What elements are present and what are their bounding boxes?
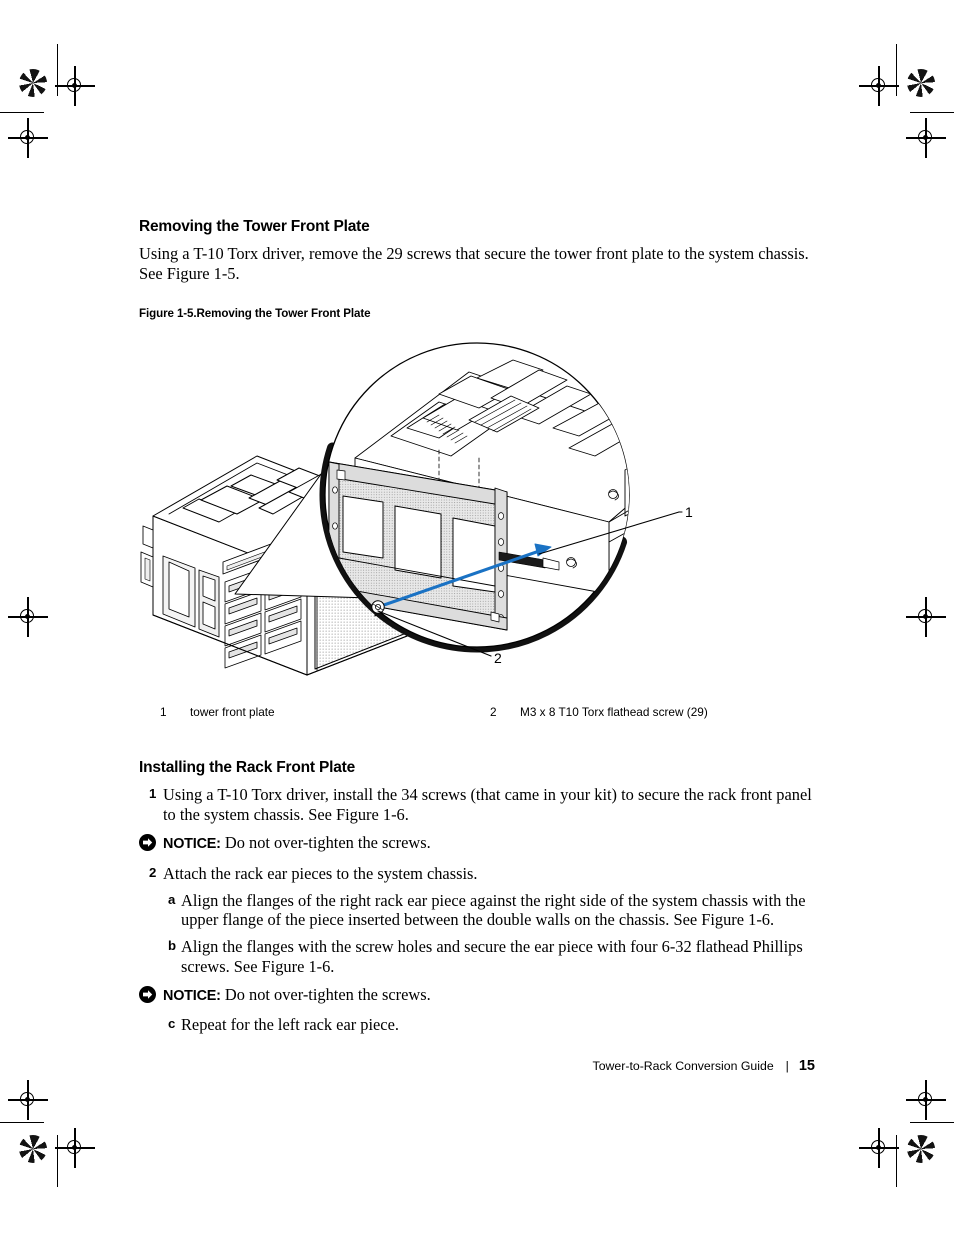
registration-mark-bottom-left-inner [55,1128,95,1168]
notice-label-2: NOTICE: [163,988,221,1005]
legend-key-2: 2 [490,705,497,719]
registration-mark-right-upper [906,118,946,158]
notice-arrow-icon [139,833,163,856]
legend-entry-1: 1 tower front plate [160,705,490,721]
substep-a-letter: a [168,891,176,907]
legend-entry-2: 2 M3 x 8 T10 Torx flathead screw (29) [490,705,820,721]
step-1-number: 1 [149,786,157,801]
crop-mark-left-bottom-horizontal [0,1122,44,1124]
crop-mark-right-bottom-horizontal [910,1122,954,1124]
notice-arrow-icon-2 [139,985,163,1008]
density-patch-bottom-right [907,1135,935,1163]
footer-guide-title: Tower-to-Rack Conversion Guide [592,1059,774,1073]
notice-text-1: NOTICE: Do not over-tighten the screws. [163,833,815,855]
substep-c-text: Repeat for the left rack ear piece. [181,1015,399,1035]
substep-c: c Repeat for the left rack ear piece. [139,1015,815,1035]
notice-block-2: NOTICE: Do not over-tighten the screws. [139,985,815,1008]
callout-label-1: 1 [685,504,693,520]
figure-title: Removing the Tower Front Plate [196,307,371,320]
registration-mark-bottom-right-inner [859,1128,899,1168]
notice-label-1: NOTICE: [163,836,221,853]
density-patch-top-left [19,69,47,97]
crop-mark-right-top-horizontal [910,112,954,114]
legend-value-1: tower front plate [190,705,275,719]
section-removing-tower-front-plate: Removing the Tower Front Plate [139,218,815,236]
substep-b: b Align the flanges with the screw holes… [139,937,815,976]
density-patch-bottom-left [19,1135,47,1163]
step-2: 2 Attach the rack ear pieces to the syst… [139,864,815,884]
registration-mark-left-middle [8,597,48,637]
density-patch-top-right [907,69,935,97]
intro-paragraph: Using a T-10 Torx driver, remove the 29 … [139,244,809,283]
crop-mark-bottom-right-vertical [896,1135,898,1187]
registration-mark-right-lower [906,1080,946,1120]
substep-c-letter: c [168,1016,176,1032]
intro-paragraph-wrap: Using a T-10 Torx driver, remove the 29 … [139,244,815,283]
callout-label-2: 2 [494,650,502,666]
step-1-text: Using a T-10 Torx driver, install the 34… [163,785,812,824]
notice-block-1: NOTICE: Do not over-tighten the screws. [139,833,815,856]
section-installing-rack-front-plate: Installing the Rack Front Plate 1 Using … [139,759,815,1035]
crop-mark-left-top-horizontal [0,112,44,114]
notice-body-1: Do not over-tighten the screws. [220,833,431,853]
page-footer: Tower-to-Rack Conversion Guide | 15 [139,1058,815,1074]
figure-illustration: 1 2 [139,330,815,690]
registration-mark-right-middle [906,597,946,637]
registration-mark-top-right-inner [859,66,899,106]
legend-row: 1 tower front plate 2 M3 x 8 T10 Torx fl… [160,705,820,721]
legend-key-1: 1 [160,705,167,719]
server-chassis-diagram: 1 2 [140,342,693,676]
notice-body-2: Do not over-tighten the screws. [220,985,431,1005]
step-2-number: 2 [149,865,157,881]
footer-page-number: 15 [798,1058,815,1074]
notice-text-2: NOTICE: Do not over-tighten the screws. [163,985,815,1007]
registration-mark-top-left-inner [55,66,95,106]
registration-mark-left-lower [8,1080,48,1120]
section-heading-installing: Installing the Rack Front Plate [139,759,356,776]
page-title: Removing the Tower Front Plate [139,218,370,235]
crop-mark-bottom-left-vertical [57,1135,59,1187]
substep-a: a Align the flanges of the right rack ea… [139,891,815,930]
figure-legend: 1 tower front plate 2 M3 x 8 T10 Torx fl… [160,705,820,721]
crop-mark-top-left-vertical [57,44,59,96]
figure-caption: Figure 1-5.Removing the Tower Front Plat… [139,304,815,322]
step-1: 1 Using a T-10 Torx driver, install the … [139,785,815,824]
figure-number: Figure 1-5. [139,307,197,320]
step-2-text: Attach the rack ear pieces to the system… [163,864,478,884]
registration-mark-left-upper [8,118,48,158]
crop-mark-top-right-vertical [896,44,898,96]
substep-b-text: Align the flanges with the screw holes a… [181,936,803,976]
substep-b-letter: b [168,937,177,953]
legend-value-2: M3 x 8 T10 Torx flathead screw (29) [520,705,708,719]
substep-a-text: Align the flanges of the right rack ear … [181,890,806,930]
footer-separator: | [785,1059,789,1073]
